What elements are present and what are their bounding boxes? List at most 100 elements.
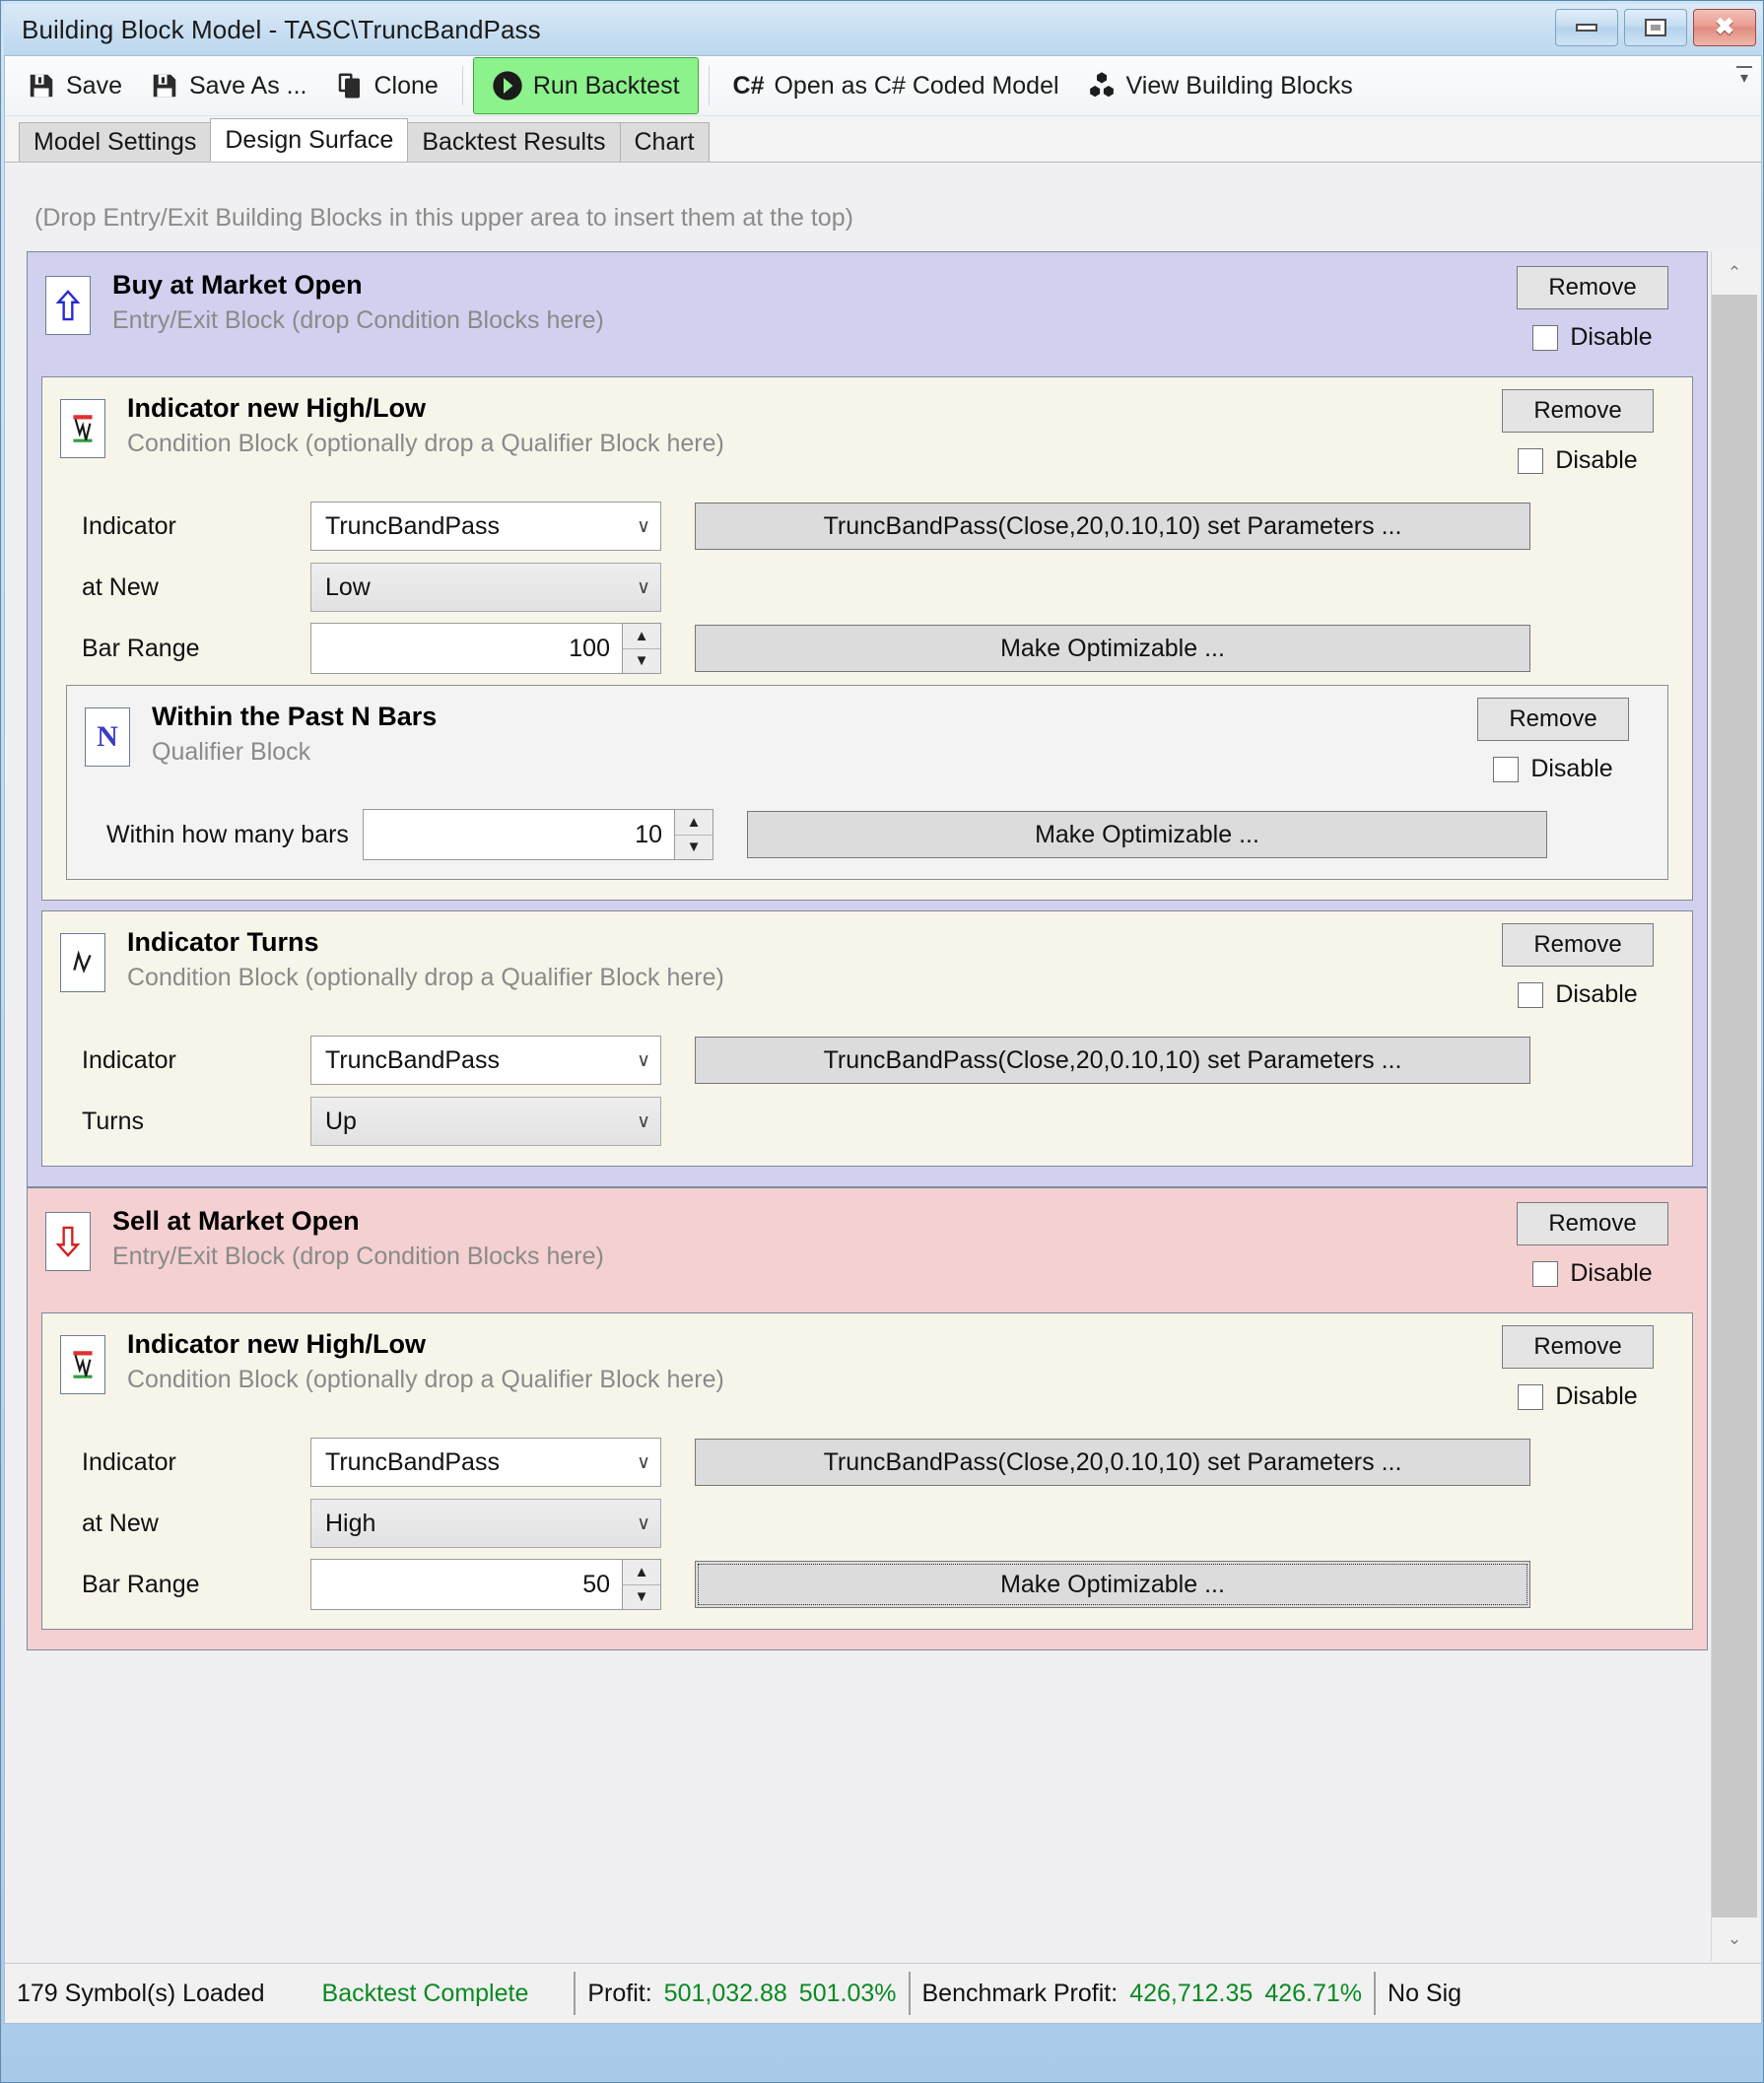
blocks-canvas[interactable]: Buy at Market Open Entry/Exit Block (dro…	[27, 251, 1708, 1963]
tab-label: Model Settings	[34, 128, 197, 156]
make-optimizable-button[interactable]: Make Optimizable ...	[695, 1561, 1530, 1608]
indicator-row: Indicator TruncBandPass ∨ TruncBandPass(…	[52, 1432, 1682, 1493]
bar-range-row: Bar Range 100 ▲ ▼ Make Optimizable ...	[52, 618, 1682, 679]
tab-chart[interactable]: Chart	[619, 122, 710, 162]
set-parameters-button[interactable]: TruncBandPass(Close,20,0.10,10) set Para…	[695, 503, 1530, 550]
indicator-high-low-icon	[60, 399, 105, 458]
turns-value: Up	[325, 1107, 357, 1135]
save-button[interactable]: Save	[13, 63, 136, 108]
disable-checkbox-row[interactable]: Disable	[1479, 1382, 1676, 1411]
open-as-csharp-label: Open as C# Coded Model	[774, 71, 1059, 100]
bar-range-value[interactable]: 50	[311, 1560, 622, 1609]
qualifier-subtitle: Qualifier Block	[152, 738, 311, 767]
remove-button[interactable]: Remove	[1477, 698, 1629, 741]
condition-block-indicator-turns[interactable]: Indicator Turns Condition Block (optiona…	[41, 910, 1693, 1167]
disable-checkbox[interactable]	[1532, 324, 1559, 351]
disable-checkbox-row[interactable]: Disable	[1479, 980, 1676, 1009]
minimize-button[interactable]	[1555, 9, 1618, 46]
disable-checkbox[interactable]	[1518, 1383, 1544, 1410]
sell-block-subtitle: Entry/Exit Block (drop Condition Blocks …	[112, 1243, 604, 1271]
entry-exit-block-sell[interactable]: Sell at Market Open Entry/Exit Block (dr…	[27, 1187, 1708, 1650]
remove-button[interactable]: Remove	[1517, 1202, 1668, 1245]
vertical-scrollbar[interactable]: ⌃ ⌄	[1711, 251, 1757, 1961]
disable-checkbox-row[interactable]: Disable	[1455, 755, 1652, 783]
view-building-blocks-button[interactable]: View Building Blocks	[1073, 63, 1367, 108]
make-optimizable-button[interactable]: Make Optimizable ...	[747, 811, 1547, 858]
indicator-select[interactable]: TruncBandPass ∨	[310, 502, 661, 551]
design-surface[interactable]: (Drop Entry/Exit Building Blocks in this…	[5, 163, 1761, 1963]
stepper-down-icon[interactable]: ▼	[623, 649, 660, 674]
save-as-label: Save As ...	[188, 71, 307, 100]
remove-button[interactable]: Remove	[1502, 1325, 1654, 1369]
stepper-up-icon[interactable]: ▲	[623, 624, 660, 649]
blue-up-arrow-icon	[45, 276, 91, 335]
indicator-select[interactable]: TruncBandPass ∨	[310, 1438, 661, 1487]
within-bars-value[interactable]: 10	[364, 810, 674, 859]
remove-button[interactable]: Remove	[1502, 923, 1654, 967]
disable-checkbox[interactable]	[1518, 981, 1544, 1008]
indicator-select[interactable]: TruncBandPass ∨	[310, 1036, 661, 1085]
maximize-button[interactable]	[1624, 9, 1687, 46]
open-as-csharp-button[interactable]: C# Open as C# Coded Model	[719, 63, 1073, 108]
at-new-select[interactable]: High ∨	[310, 1499, 661, 1548]
close-button[interactable]: ✖	[1693, 9, 1756, 46]
bar-range-value[interactable]: 100	[311, 624, 622, 673]
disable-label: Disable	[1570, 1259, 1653, 1287]
scroll-up-button[interactable]: ⌃	[1712, 251, 1757, 295]
red-down-arrow-icon	[45, 1212, 91, 1271]
window-title: Building Block Model - TASC\TruncBandPas…	[22, 14, 541, 44]
toolbar-separator-1	[461, 66, 463, 105]
stepper-arrows[interactable]: ▲ ▼	[674, 810, 712, 859]
condition-subtitle: Condition Block (optionally drop a Quali…	[127, 430, 724, 458]
stepper-down-icon[interactable]: ▼	[623, 1585, 660, 1610]
within-bars-stepper[interactable]: 10 ▲ ▼	[363, 809, 713, 860]
bar-range-stepper[interactable]: 50 ▲ ▼	[310, 1559, 661, 1610]
condition-block-indicator-new-high-low-buy[interactable]: Indicator new High/Low Condition Block (…	[41, 376, 1693, 901]
signal-cell: No Sig	[1376, 1980, 1473, 2008]
scrollbar-track[interactable]	[1712, 295, 1757, 1917]
disable-checkbox-row[interactable]: Disable	[1494, 1259, 1691, 1288]
condition-subtitle: Condition Block (optionally drop a Quali…	[127, 1366, 724, 1394]
remove-button[interactable]: Remove	[1502, 389, 1654, 433]
remove-button[interactable]: Remove	[1517, 266, 1668, 309]
save-as-button[interactable]: Save As ...	[136, 63, 321, 108]
scroll-down-button[interactable]: ⌄	[1712, 1917, 1757, 1961]
indicator-value: TruncBandPass	[325, 1045, 500, 1074]
tab-model-settings[interactable]: Model Settings	[19, 122, 212, 162]
at-new-select[interactable]: Low ∨	[310, 563, 661, 612]
at-new-value: High	[325, 1509, 376, 1537]
set-parameters-button[interactable]: TruncBandPass(Close,20,0.10,10) set Para…	[695, 1439, 1530, 1486]
disable-checkbox-row[interactable]: Disable	[1479, 446, 1676, 475]
stepper-arrows[interactable]: ▲ ▼	[622, 1560, 660, 1609]
stepper-up-icon[interactable]: ▲	[623, 1560, 660, 1585]
qualifier-block-within-past-n-bars[interactable]: N Within the Past N Bars Qualifier Block…	[66, 685, 1668, 880]
indicator-row: Indicator TruncBandPass ∨ TruncBandPass(…	[52, 496, 1682, 557]
tab-backtest-results[interactable]: Backtest Results	[407, 122, 621, 162]
entry-exit-block-buy[interactable]: Buy at Market Open Entry/Exit Block (dro…	[27, 251, 1708, 1187]
toolbar-overflow-button[interactable]: ▾	[1733, 66, 1755, 88]
stepper-down-icon[interactable]: ▼	[675, 836, 712, 860]
make-optimizable-button[interactable]: Make Optimizable ...	[695, 625, 1530, 672]
bar-range-stepper[interactable]: 100 ▲ ▼	[310, 623, 661, 674]
condition-block-indicator-new-high-low-sell[interactable]: Indicator new High/Low Condition Block (…	[41, 1312, 1693, 1630]
disable-checkbox[interactable]	[1532, 1260, 1559, 1287]
buy-block-subtitle: Entry/Exit Block (drop Condition Blocks …	[112, 306, 604, 335]
condition-header: Indicator new High/Low Condition Block (…	[52, 1321, 1682, 1432]
clone-button[interactable]: Clone	[321, 63, 452, 108]
profit-label: Profit:	[587, 1979, 652, 2007]
set-parameters-button[interactable]: TruncBandPass(Close,20,0.10,10) set Para…	[695, 1037, 1530, 1084]
indicator-label: Indicator	[82, 511, 176, 540]
run-backtest-label: Run Backtest	[532, 71, 680, 100]
buy-block-titles: Buy at Market Open Entry/Exit Block (dro…	[112, 270, 604, 338]
disable-checkbox-row[interactable]: Disable	[1494, 323, 1691, 352]
buy-block-controls: Remove Disable	[1494, 266, 1691, 352]
disable-checkbox[interactable]	[1493, 756, 1520, 782]
tab-design-surface[interactable]: Design Surface	[210, 118, 409, 162]
tab-label: Chart	[634, 128, 695, 156]
stepper-arrows[interactable]: ▲ ▼	[622, 624, 660, 673]
turns-select[interactable]: Up ∨	[310, 1097, 661, 1146]
run-backtest-button[interactable]: Run Backtest	[472, 57, 699, 114]
stepper-up-icon[interactable]: ▲	[675, 810, 712, 836]
condition-titles: Indicator new High/Low Condition Block (…	[127, 393, 724, 461]
disable-checkbox[interactable]	[1518, 447, 1544, 474]
